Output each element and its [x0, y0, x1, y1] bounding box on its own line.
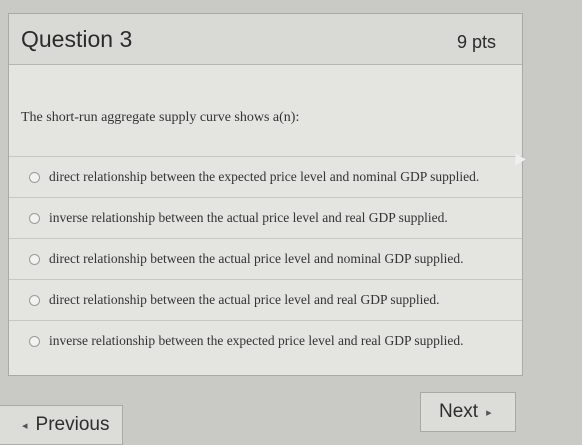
- question-points: 9 pts: [456, 32, 496, 52]
- answer-option[interactable]: inverse relationship between the expecte…: [9, 320, 522, 361]
- next-button[interactable]: Next ▸: [420, 392, 516, 432]
- answer-label: direct relationship between the actual p…: [49, 292, 440, 307]
- answer-option[interactable]: direct relationship between the actual p…: [9, 238, 522, 279]
- answer-label: direct relationship between the expected…: [49, 169, 480, 184]
- question-header: Question 3 9 pts: [9, 14, 522, 65]
- radio-button[interactable]: [29, 171, 40, 183]
- answer-option[interactable]: inverse relationship between the actual …: [9, 197, 522, 238]
- question-prompt: The short-run aggregate supply curve sho…: [21, 110, 300, 125]
- question-title: Question 3: [21, 26, 133, 52]
- previous-button[interactable]: ◂ Previous: [0, 405, 123, 445]
- question-card: Question 3 9 pts The short-run aggregate…: [8, 13, 523, 376]
- next-button-label: Next: [439, 401, 479, 422]
- radio-button[interactable]: [29, 212, 40, 224]
- radio-button[interactable]: [29, 335, 40, 347]
- previous-button-label: Previous: [35, 414, 110, 435]
- answer-label: direct relationship between the actual p…: [49, 251, 464, 266]
- radio-button[interactable]: [29, 253, 40, 265]
- answer-list: direct relationship between the expected…: [9, 156, 522, 361]
- answer-option[interactable]: direct relationship between the expected…: [9, 156, 522, 197]
- answer-label: inverse relationship between the expecte…: [49, 333, 464, 348]
- answer-label: inverse relationship between the actual …: [49, 210, 448, 225]
- chevron-right-icon: ▸: [486, 406, 492, 419]
- radio-button[interactable]: [29, 294, 40, 306]
- chevron-left-icon: ◂: [22, 419, 28, 432]
- answer-option[interactable]: direct relationship between the actual p…: [9, 279, 522, 320]
